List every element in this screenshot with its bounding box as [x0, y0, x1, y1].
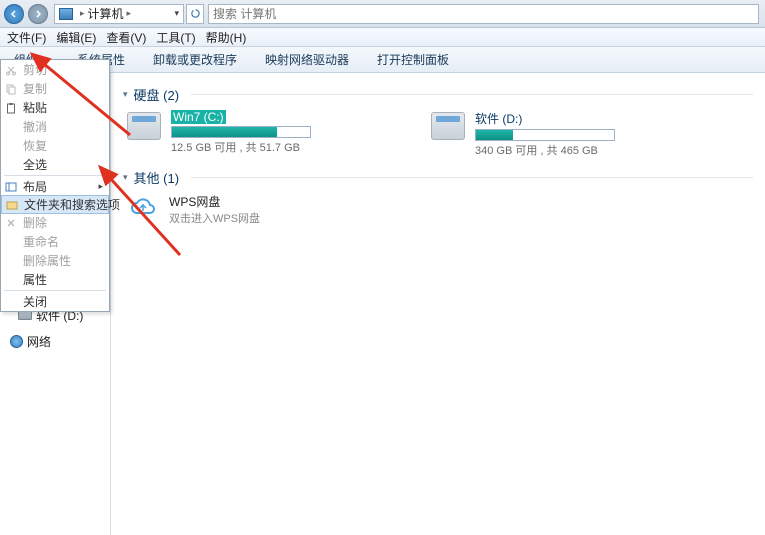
menu-close-label: 关闭 — [23, 293, 47, 310]
cloud-drive-item[interactable]: WPS网盘 双击进入WPS网盘 — [127, 193, 753, 226]
menu-separator — [4, 175, 106, 176]
menu-layout[interactable]: 布局 ▸ — [1, 177, 109, 196]
command-bar: 组织 ▼ 系统属性 卸载或更改程序 映射网络驱动器 打开控制面板 — [0, 47, 765, 73]
paste-icon — [5, 102, 17, 114]
menu-copy[interactable]: 复制 — [1, 79, 109, 98]
menu-file[interactable]: 文件(F) — [2, 27, 51, 48]
tree-node-network[interactable]: 网络 — [0, 333, 110, 349]
computer-icon — [59, 8, 73, 20]
menu-redo-label: 恢复 — [23, 137, 47, 154]
nav-back-button[interactable] — [4, 4, 24, 24]
menu-redo[interactable]: 恢复 — [1, 136, 109, 155]
drive-item-c[interactable]: Win7 (C:) 12.5 GB 可用 , 共 51.7 GB — [127, 110, 407, 158]
menu-select-all-label: 全选 — [23, 156, 47, 173]
copy-icon — [5, 83, 17, 95]
hard-drive-icon — [431, 112, 465, 140]
chevron-down-icon[interactable]: ▾ — [174, 8, 179, 19]
drive-name: 软件 (D:) — [475, 112, 522, 126]
menu-help[interactable]: 帮助(H) — [201, 27, 252, 48]
network-icon — [10, 335, 23, 348]
collapse-icon: ▾ — [123, 89, 128, 100]
menu-properties-label: 属性 — [23, 271, 47, 288]
cloud-name: WPS网盘 — [169, 193, 260, 210]
delete-icon — [5, 217, 17, 229]
cloud-subtitle: 双击进入WPS网盘 — [169, 210, 260, 226]
layout-icon — [5, 181, 17, 193]
menu-remove-properties[interactable]: 删除属性 — [1, 251, 109, 270]
menu-folder-search-options[interactable]: 文件夹和搜索选项 — [1, 195, 109, 214]
usage-bar — [475, 129, 615, 141]
nav-forward-button[interactable] — [28, 4, 48, 24]
cloud-icon — [127, 193, 159, 221]
group-label: 其他 (1) — [134, 168, 180, 187]
arrow-left-icon — [10, 10, 18, 18]
open-control-panel-button[interactable]: 打开控制面板 — [363, 51, 463, 68]
menu-edit[interactable]: 编辑(E) — [51, 27, 101, 48]
search-box[interactable] — [208, 4, 759, 24]
menu-rename-label: 重命名 — [23, 233, 59, 250]
arrow-right-icon — [34, 10, 42, 18]
address-bar: ▸ 计算机 ▸ ▾ — [0, 0, 765, 28]
usage-fill-d — [476, 130, 513, 140]
menu-folder-search-options-label: 文件夹和搜索选项 — [24, 196, 120, 213]
search-input[interactable] — [213, 7, 754, 21]
chevron-right-icon: ▸ — [98, 181, 103, 192]
menu-delete[interactable]: 删除 — [1, 213, 109, 232]
menu-layout-label: 布局 — [23, 178, 47, 195]
menu-rename[interactable]: 重命名 — [1, 232, 109, 251]
drive-name: Win7 (C:) — [171, 110, 226, 124]
menu-properties[interactable]: 属性 — [1, 270, 109, 289]
folder-options-icon — [6, 199, 18, 211]
menu-tools[interactable]: 工具(T) — [151, 27, 200, 48]
menu-remove-properties-label: 删除属性 — [23, 252, 71, 269]
group-label: 硬盘 (2) — [134, 85, 180, 104]
breadcrumb[interactable]: ▸ 计算机 ▸ ▾ — [54, 4, 184, 24]
uninstall-programs-button[interactable]: 卸载或更改程序 — [139, 51, 251, 68]
menu-undo[interactable]: 撤消 — [1, 117, 109, 136]
chevron-right-icon: ▸ — [80, 8, 85, 19]
breadcrumb-label: 计算机 — [88, 5, 124, 22]
menu-view[interactable]: 查看(V) — [101, 27, 151, 48]
cut-icon — [5, 64, 17, 76]
menu-close[interactable]: 关闭 — [1, 292, 109, 311]
group-header-disks[interactable]: ▾ 硬盘 (2) — [123, 85, 753, 104]
organize-menu: 剪切 复制 粘贴 撤消 恢复 全选 布局 ▸ 文件夹和搜索选项 — [0, 59, 110, 312]
menu-select-all[interactable]: 全选 — [1, 155, 109, 174]
menu-paste[interactable]: 粘贴 — [1, 98, 109, 117]
chevron-right-icon: ▸ — [127, 8, 132, 19]
menu-undo-label: 撤消 — [23, 118, 47, 135]
drive-item-d[interactable]: 软件 (D:) 340 GB 可用 , 共 465 GB — [431, 110, 711, 158]
collapse-icon: ▾ — [123, 172, 128, 183]
group-header-other[interactable]: ▾ 其他 (1) — [123, 168, 753, 187]
drive-stats: 340 GB 可用 , 共 465 GB — [475, 142, 711, 158]
menu-cut[interactable]: 剪切 — [1, 60, 109, 79]
map-network-drive-button[interactable]: 映射网络驱动器 — [251, 51, 363, 68]
refresh-button[interactable] — [186, 4, 204, 24]
usage-bar — [171, 126, 311, 138]
tree-label: 网络 — [27, 333, 51, 350]
menu-cut-label: 剪切 — [23, 61, 47, 78]
menu-bar: 文件(F) 编辑(E) 查看(V) 工具(T) 帮助(H) — [0, 28, 765, 47]
usage-fill-c — [172, 127, 277, 137]
refresh-icon — [190, 8, 201, 19]
content-pane: ▾ 硬盘 (2) Win7 (C:) 12.5 GB 可用 , 共 51.7 G… — [110, 73, 765, 535]
menu-separator — [4, 290, 106, 291]
hard-drive-icon — [127, 112, 161, 140]
menu-copy-label: 复制 — [23, 80, 47, 97]
drive-stats: 12.5 GB 可用 , 共 51.7 GB — [171, 139, 407, 155]
menu-paste-label: 粘贴 — [23, 99, 47, 116]
menu-delete-label: 删除 — [23, 214, 47, 231]
